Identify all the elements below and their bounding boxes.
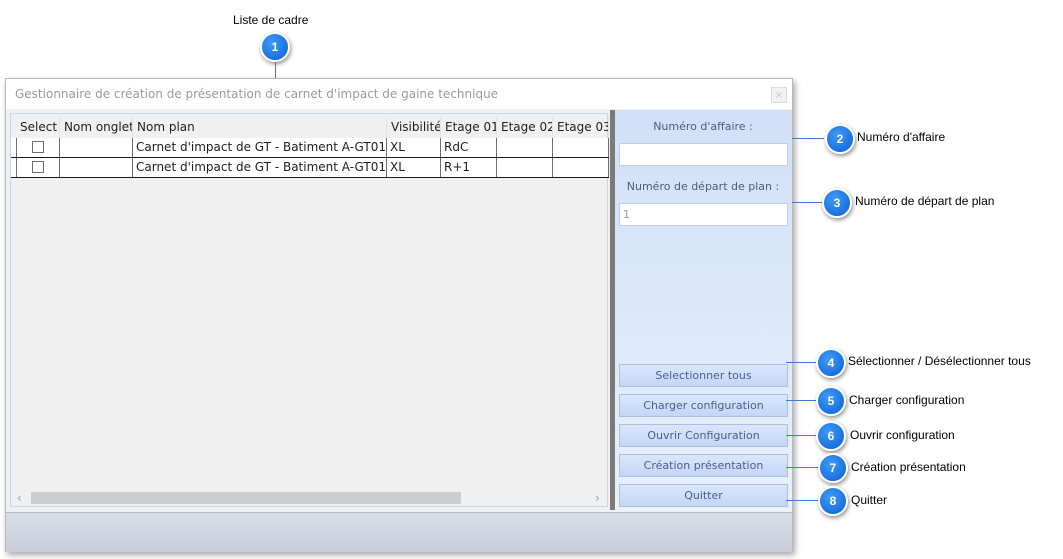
options-panel: Numéro d'affaire : Numéro de départ de p… [610, 110, 792, 510]
depart-input[interactable]: 1 [619, 203, 788, 226]
callout-2-badge: 2 [825, 124, 855, 154]
column-header-nom-plan[interactable]: Nom plan [133, 117, 387, 138]
affaire-input[interactable] [619, 143, 788, 166]
table-row[interactable]: Carnet d'impact de GT - Batiment A-GT01-… [11, 158, 609, 177]
window-title: Gestionnaire de création de présentation… [15, 87, 499, 101]
scroll-left-icon[interactable]: ‹ [17, 490, 22, 506]
callout-4-label: Sélectionner / Désélectionner tous [848, 354, 1031, 368]
callout-6-label: Ouvrir configuration [850, 428, 955, 442]
column-header-nom-onglet[interactable]: Nom onglet [60, 117, 133, 138]
callout-6-badge: 6 [816, 421, 846, 451]
scroll-right-icon[interactable]: › [595, 490, 600, 506]
callout-4-leader [786, 362, 816, 363]
nom-plan-cell[interactable]: Carnet d'impact de GT - Batiment A-GT01-… [133, 138, 387, 157]
callout-4-badge: 4 [816, 348, 846, 378]
load-config-button[interactable]: Charger configuration [619, 394, 788, 417]
callout-1-badge: 1 [260, 32, 290, 62]
etage-01-cell[interactable]: R+1 [441, 158, 497, 177]
etage-02-cell[interactable] [497, 138, 553, 157]
close-button[interactable]: × [771, 87, 787, 103]
row-select-checkbox[interactable] [32, 141, 44, 153]
nom-onglet-cell[interactable] [60, 158, 133, 177]
callout-5-badge: 5 [816, 386, 846, 416]
select-cell [16, 138, 60, 157]
callout-7-label: Création présentation [851, 460, 966, 474]
select-all-button[interactable]: Selectionner tous [619, 364, 788, 387]
callout-2-label: Numéro d'affaire [857, 130, 946, 144]
column-header-etage-01[interactable]: Etage 01 [441, 117, 497, 138]
column-header-etage-03[interactable]: Etage 03 [553, 117, 609, 138]
depart-label: Numéro de départ de plan : [626, 180, 780, 193]
affaire-label: Numéro d'affaire : [653, 120, 753, 133]
create-presentation-button[interactable]: Création présentation [619, 454, 788, 477]
callout-2-leader [792, 138, 824, 139]
row-divider [11, 177, 609, 178]
status-bar [6, 512, 792, 552]
callout-7-leader [786, 467, 818, 468]
visibilite-cell[interactable]: XL [387, 158, 441, 177]
etage-01-cell[interactable]: RdC [441, 138, 497, 157]
etage-03-cell[interactable] [553, 158, 609, 177]
title-bar: Gestionnaire de création de présentation… [6, 79, 792, 109]
callout-3-leader [792, 202, 822, 203]
close-icon: × [774, 90, 784, 101]
callout-1-label: Liste de cadre [233, 13, 309, 27]
scrollbar-thumb[interactable] [31, 492, 461, 504]
open-config-button[interactable]: Ouvrir Configuration [619, 424, 788, 447]
callout-3-badge: 3 [822, 188, 852, 218]
column-header-etage-02[interactable]: Etage 02 [497, 117, 553, 138]
callout-8-label: Quitter [851, 493, 888, 507]
frame-list-grid: Select Nom onglet Nom plan Visibilité Et… [10, 113, 609, 507]
row-select-checkbox[interactable] [32, 161, 44, 173]
visibilite-cell[interactable]: XL [387, 138, 441, 157]
column-header-visibilite[interactable]: Visibilité [387, 117, 441, 138]
nom-plan-cell[interactable]: Carnet d'impact de GT - Batiment A-GT01-… [133, 158, 387, 177]
callout-7-badge: 7 [818, 453, 848, 483]
callout-6-leader [786, 435, 816, 436]
panel-splitter[interactable] [610, 110, 615, 510]
column-header-select[interactable]: Select [16, 117, 60, 138]
grid-header-row: Select Nom onglet Nom plan Visibilité Et… [11, 117, 609, 138]
nom-onglet-cell[interactable] [60, 138, 133, 157]
quit-button[interactable]: Quitter [619, 484, 788, 507]
etage-02-cell[interactable] [497, 158, 553, 177]
etage-03-cell[interactable] [553, 138, 609, 157]
callout-5-label: Charger configuration [849, 393, 965, 407]
app-window: Gestionnaire de création de présentation… [5, 78, 793, 552]
table-row[interactable]: Carnet d'impact de GT - Batiment A-GT01-… [11, 138, 609, 157]
callout-3-label: Numéro de départ de plan [855, 194, 995, 208]
callout-8-leader [786, 500, 818, 501]
callout-8-badge: 8 [818, 486, 848, 516]
callout-5-leader [786, 400, 816, 401]
horizontal-scrollbar[interactable]: ‹ › [11, 490, 607, 506]
select-cell [16, 158, 60, 177]
